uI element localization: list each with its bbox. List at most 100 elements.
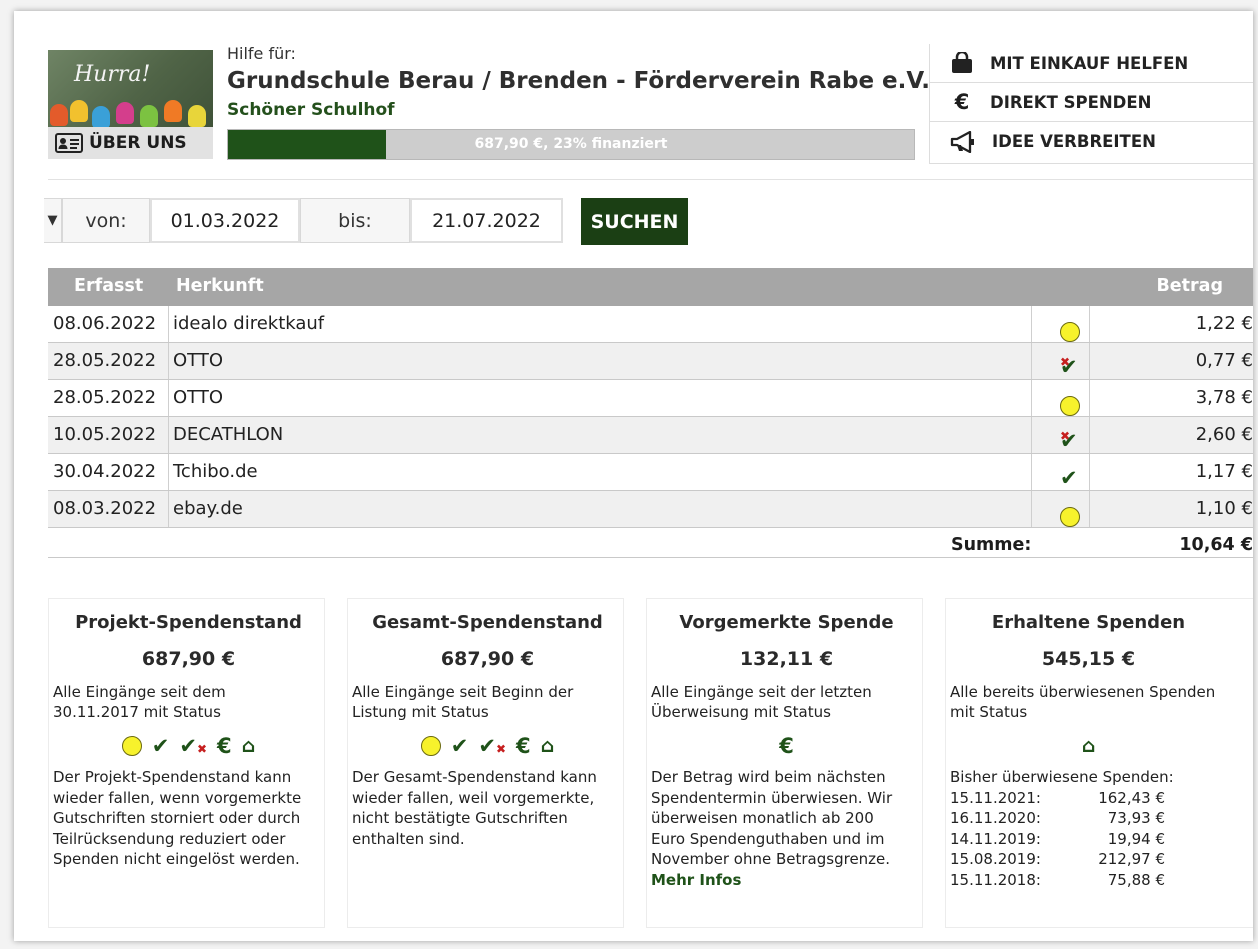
from-date-input[interactable]: 01.03.2022 bbox=[150, 198, 300, 243]
hand-decoration bbox=[50, 104, 68, 126]
column-divider bbox=[1089, 417, 1090, 453]
project-name: Schöner Schulhof bbox=[227, 100, 395, 120]
organization-title[interactable]: Grundschule Berau / Brenden - Fördervere… bbox=[227, 68, 930, 94]
column-header-date[interactable]: Erfasst bbox=[74, 276, 143, 296]
filter-dropdown-toggle[interactable]: ▼ bbox=[44, 198, 62, 243]
euro-icon: € bbox=[779, 734, 794, 758]
history-entry: 15.11.2018: 75,88 € bbox=[950, 870, 1243, 891]
action-label: IDEE VERBREITEN bbox=[992, 132, 1156, 151]
row-source: idealo direktkauf bbox=[173, 313, 325, 334]
card-value: 687,90 € bbox=[141, 648, 236, 670]
pending-dot-icon bbox=[121, 736, 142, 756]
checkmark-icon: ✔ bbox=[151, 734, 170, 758]
sum-label: Summe: bbox=[951, 535, 1032, 555]
row-date: 28.05.2022 bbox=[53, 387, 157, 408]
received-donation-card: Erhaltene Spenden 545,15 € Alle bereits … bbox=[945, 598, 1253, 928]
project-donation-card: Projekt-Spendenstand 687,90 € Alle Eingä… bbox=[48, 598, 325, 928]
action-label: MIT EINKAUF HELFEN bbox=[990, 53, 1189, 73]
row-amount: 1,22 € bbox=[1195, 313, 1253, 334]
history-date: 14.11.2019: bbox=[950, 829, 1041, 848]
status-icons: € bbox=[651, 732, 922, 760]
card-description: Alle bereits überwiesenen Spenden mit St… bbox=[950, 683, 1216, 721]
row-date: 30.04.2022 bbox=[53, 461, 157, 482]
table-row: 08.03.2022 ebay.de 1,10 € bbox=[48, 491, 1253, 528]
page-panel: Hurra! ÜBER UNS Hilfe für: Grundschule B… bbox=[14, 11, 1253, 941]
row-source: ebay.de bbox=[173, 498, 243, 519]
hand-decoration bbox=[70, 100, 88, 122]
column-divider bbox=[1089, 306, 1090, 342]
column-divider bbox=[1031, 343, 1032, 379]
row-source: DECATHLON bbox=[173, 424, 284, 445]
from-date-value: 01.03.2022 bbox=[170, 209, 280, 232]
history-label: Bisher überwiesene Spenden: bbox=[950, 768, 1174, 786]
row-source: OTTO bbox=[173, 350, 224, 371]
column-divider bbox=[1031, 454, 1032, 490]
more-info-link[interactable]: Mehr Infos bbox=[651, 871, 741, 889]
hand-decoration bbox=[188, 105, 206, 127]
card-value: 545,15 € bbox=[1041, 648, 1136, 670]
help-by-shopping-button[interactable]: MIT EINKAUF HELFEN bbox=[930, 44, 1253, 83]
funding-progress-bar: 687,90 €, 23% finanziert bbox=[227, 129, 915, 160]
history-date: 16.11.2020: bbox=[950, 809, 1041, 827]
logo-text: Hurra! bbox=[74, 62, 151, 87]
to-label: bis: bbox=[300, 198, 410, 243]
table-sum-row: Summe: 10,64 € bbox=[48, 528, 1253, 558]
column-divider bbox=[1089, 454, 1090, 490]
history-amount: 212,97 € bbox=[1098, 850, 1165, 868]
home-icon: ⌂ bbox=[241, 735, 256, 757]
row-date: 08.06.2022 bbox=[53, 313, 157, 334]
table-row: 10.05.2022 DECATHLON ✔ ✖ 2,60 € bbox=[48, 417, 1253, 454]
history-date: 15.11.2018: bbox=[950, 870, 1041, 889]
column-divider bbox=[168, 491, 169, 527]
euro-icon: € bbox=[954, 90, 970, 114]
card-description: Alle Eingänge seit Beginn der Listung mi… bbox=[352, 683, 574, 721]
sum-value: 10,64 € bbox=[1179, 535, 1253, 555]
card-title: Projekt-Spendenstand bbox=[75, 612, 302, 633]
about-us-button[interactable]: ÜBER UNS bbox=[48, 127, 213, 159]
column-divider bbox=[1031, 306, 1032, 342]
total-donation-card: Gesamt-Spendenstand 687,90 € Alle Eingän… bbox=[347, 598, 624, 928]
explanation-text: Der Betrag wird beim nächsten Spendenter… bbox=[651, 768, 893, 868]
share-idea-button[interactable]: IDEE VERBREITEN bbox=[930, 122, 1253, 161]
hand-decoration bbox=[92, 106, 110, 128]
table-row: 08.06.2022 idealo direktkauf 1,22 € bbox=[48, 306, 1253, 343]
history-entry: 14.11.2019: 19,94 € bbox=[950, 829, 1243, 850]
chevron-down-icon: ▼ bbox=[47, 213, 58, 228]
to-label-text: bis: bbox=[338, 209, 372, 232]
column-divider bbox=[1031, 491, 1032, 527]
pending-dot-icon bbox=[420, 736, 441, 756]
project-logo[interactable]: Hurra! ÜBER UNS bbox=[48, 50, 213, 159]
to-date-value: 21.07.2022 bbox=[432, 209, 541, 232]
hand-decoration bbox=[140, 105, 158, 127]
card-value: 687,90 € bbox=[440, 648, 535, 670]
euro-icon: € bbox=[217, 734, 232, 758]
column-divider bbox=[1031, 417, 1032, 453]
status-icons: ⌂ bbox=[950, 732, 1227, 760]
column-header-source[interactable]: Herkunft bbox=[176, 276, 264, 296]
card-title: Gesamt-Spendenstand bbox=[372, 612, 603, 633]
card-title: Vorgemerkte Spende bbox=[679, 612, 894, 633]
donate-direct-button[interactable]: € DIREKT SPENDEN bbox=[930, 83, 1253, 122]
table-row: 28.05.2022 OTTO ✔ ✖ 0,77 € bbox=[48, 343, 1253, 380]
table-row: 28.05.2022 OTTO 3,78 € bbox=[48, 380, 1253, 417]
search-button[interactable]: SUCHEN bbox=[581, 198, 688, 245]
reserved-donation-card: Vorgemerkte Spende 132,11 € Alle Eingäng… bbox=[646, 598, 923, 928]
status-icons: ✔ ✔✖ € ⌂ bbox=[53, 732, 324, 760]
card-value: 132,11 € bbox=[739, 648, 834, 670]
partial-check-icon: ✔✖ bbox=[179, 734, 208, 758]
from-label-text: von: bbox=[85, 209, 127, 232]
help-for-label: Hilfe für: bbox=[227, 44, 296, 63]
home-icon: ⌂ bbox=[1081, 735, 1096, 757]
shopping-bag-icon bbox=[952, 52, 972, 73]
column-divider bbox=[168, 343, 169, 379]
donation-history: Bisher überwiesene Spenden: 15.11.2021: 1… bbox=[950, 767, 1253, 890]
euro-icon: € bbox=[516, 734, 531, 758]
partial-check-icon: ✔✖ bbox=[478, 734, 507, 758]
row-source: OTTO bbox=[173, 387, 224, 408]
column-divider bbox=[168, 380, 169, 416]
hand-decoration bbox=[116, 102, 134, 124]
to-date-input[interactable]: 21.07.2022 bbox=[410, 198, 563, 243]
row-date: 08.03.2022 bbox=[53, 498, 157, 519]
column-header-amount[interactable]: Betrag bbox=[1156, 276, 1223, 296]
history-entry: 16.11.2020: 73,93 € bbox=[950, 808, 1243, 829]
